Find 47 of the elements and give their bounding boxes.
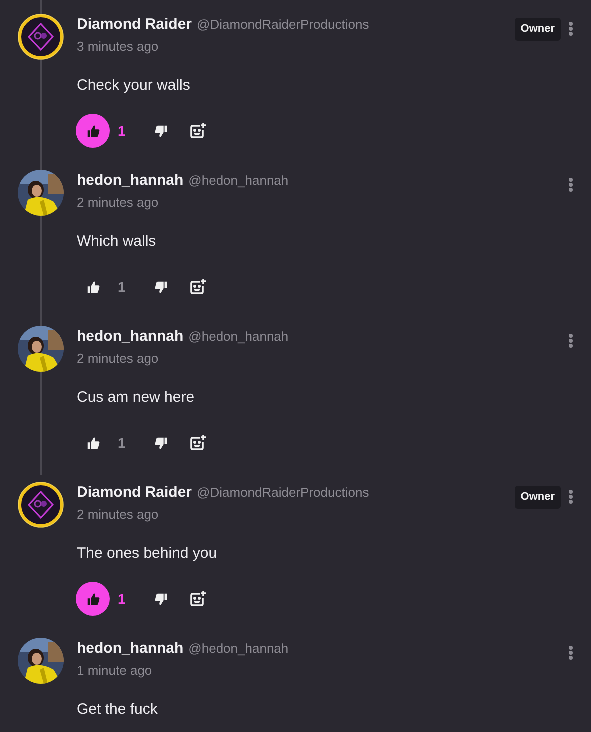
- user-handle: @DiamondRaiderProductions: [197, 484, 370, 502]
- timestamp: 2 minutes ago: [77, 194, 160, 212]
- user-handle: @hedon_hannah: [188, 640, 289, 658]
- timestamp: 2 minutes ago: [77, 506, 160, 524]
- thumbs-down-icon: [154, 592, 168, 606]
- more-options-icon[interactable]: [567, 489, 575, 505]
- author-name[interactable]: hedon_hannah: [77, 326, 184, 348]
- timestamp: 3 minutes ago: [77, 38, 160, 56]
- more-options-icon[interactable]: [567, 333, 575, 349]
- more-options-icon[interactable]: [567, 645, 575, 661]
- thumbs-up-icon: [86, 436, 100, 450]
- thumbs-down-icon: [154, 280, 168, 294]
- user-handle: @DiamondRaiderProductions: [197, 16, 370, 34]
- add-emoji-icon: [189, 122, 207, 140]
- add-emoji-icon: [189, 278, 207, 296]
- timestamp: 1 minute ago: [77, 662, 154, 680]
- like-count: 1: [118, 590, 127, 608]
- add-emoji-icon: [189, 590, 207, 608]
- more-options-icon[interactable]: [567, 21, 575, 37]
- comment-text: Cus am new here: [77, 388, 196, 408]
- author-name[interactable]: Diamond Raider: [77, 482, 192, 504]
- thumbs-up-icon: [86, 280, 100, 294]
- comment-text: Check your walls: [77, 76, 192, 96]
- like-count: 1: [118, 434, 127, 452]
- user-handle: @hedon_hannah: [188, 172, 289, 190]
- add-emoji-icon: [189, 434, 207, 452]
- owner-badge: Owner: [514, 486, 561, 508]
- author-name[interactable]: Diamond Raider: [77, 14, 192, 36]
- user-handle: @hedon_hannah: [188, 328, 289, 346]
- timestamp: 2 minutes ago: [77, 350, 160, 368]
- author-name[interactable]: hedon_hannah: [77, 638, 184, 660]
- comment-text: Get the fuck: [77, 700, 159, 720]
- thumbs-down-icon: [154, 436, 168, 450]
- comment-text: The ones behind you: [77, 544, 218, 564]
- like-count: 1: [118, 122, 127, 140]
- thumbs-down-icon: [154, 124, 168, 138]
- like-button[interactable]: [76, 114, 110, 148]
- comment-text: Which walls: [77, 232, 158, 252]
- owner-badge: Owner: [514, 18, 561, 40]
- diamond-logo-icon: [18, 482, 64, 528]
- author-name[interactable]: hedon_hannah: [77, 170, 184, 192]
- like-button[interactable]: [76, 582, 110, 616]
- like-count: 1: [118, 278, 127, 296]
- thumbs-up-icon: [86, 592, 100, 606]
- thumbs-up-icon: [86, 124, 100, 138]
- diamond-logo-icon: [18, 14, 64, 60]
- more-options-icon[interactable]: [567, 177, 575, 193]
